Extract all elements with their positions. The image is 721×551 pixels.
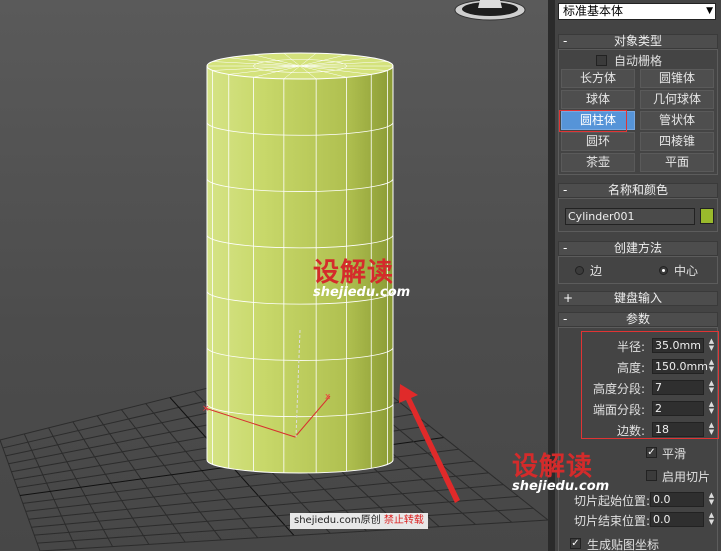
rollout-parameters-title: 参数 [625, 312, 650, 326]
watermark-site: shejiedu.com [313, 285, 411, 300]
gen-mapping-checkbox[interactable]: ✓ [570, 538, 581, 549]
smooth-label: 平滑 [662, 447, 687, 461]
rollout-creation-method-title: 创建方法 [613, 241, 662, 255]
highlight-cylinder-button [559, 110, 627, 132]
object-type-button-3[interactable]: 几何球体 [640, 90, 714, 109]
collapse-icon: - [563, 34, 568, 48]
category-dropdown-value: 标准基本体 [563, 4, 624, 18]
highlight-parameters [581, 331, 719, 439]
creation-method-body: 边 中心 [558, 256, 718, 284]
object-type-button-6[interactable]: 圆环 [561, 132, 635, 151]
object-type-button-8[interactable]: 茶壶 [561, 153, 635, 172]
category-dropdown[interactable]: 标准基本体 ▼ [558, 3, 716, 20]
credit-label: shejiedu.com原创 禁止转载 [290, 513, 428, 529]
radio-center-label: 中心 [674, 264, 699, 278]
collapse-icon: - [563, 183, 568, 197]
svg-text:x: x [325, 392, 331, 402]
slice-to-label: 切片结束位置: [574, 514, 651, 528]
collapse-icon: - [563, 241, 568, 255]
expand-icon: + [563, 291, 574, 305]
radio-center[interactable] [659, 266, 668, 275]
gen-mapping-label: 生成贴图坐标 [587, 538, 660, 551]
slice-to-spinner[interactable]: ▲ ▼ [707, 512, 716, 527]
slice-from-input[interactable]: 0.0 [650, 492, 704, 507]
rollout-name-color-title: 名称和颜色 [607, 183, 668, 197]
credit-warning: 禁止转载 [383, 515, 424, 526]
watermark-logo: 设解读 [313, 258, 395, 288]
auto-grid-checkbox[interactable] [596, 55, 607, 66]
rollout-object-type-title: 对象类型 [613, 34, 662, 48]
credit-prefix: shejiedu.com原创 [294, 515, 381, 526]
watermark-logo-2: 设解读 [512, 452, 594, 482]
slice-to-input[interactable]: 0.0 [650, 512, 704, 527]
rollout-keyboard-entry[interactable]: + 键盘输入 [558, 291, 718, 306]
rollout-object-type[interactable]: - 对象类型 [558, 34, 718, 49]
chevron-down-icon: ▼ [706, 6, 713, 16]
name-color-body: Cylinder001 [558, 198, 718, 232]
collapse-icon: - [563, 312, 568, 326]
object-type-button-7[interactable]: 四棱锥 [640, 132, 714, 151]
radio-edge[interactable] [575, 266, 584, 275]
object-type-button-9[interactable]: 平面 [640, 153, 714, 172]
slice-on-label: 启用切片 [662, 470, 711, 484]
object-name-input[interactable]: Cylinder001 [565, 208, 695, 225]
object-type-button-2[interactable]: 球体 [561, 90, 635, 109]
slice-from-spinner[interactable]: ▲ ▼ [707, 492, 716, 507]
rollout-name-color[interactable]: - 名称和颜色 [558, 183, 718, 198]
perspective-viewport[interactable]: x × 设解读 shejiedu.com shejiedu.com原创 禁止转载 [0, 0, 548, 551]
viewport-scene: x × [0, 0, 548, 551]
rollout-keyboard-entry-title: 键盘输入 [613, 291, 662, 305]
object-color-swatch[interactable] [700, 208, 714, 224]
watermark-panel: 设解读 shejiedu.com [512, 446, 609, 494]
watermark-center: 设解读 shejiedu.com [313, 252, 410, 300]
watermark-site-2: shejiedu.com [512, 479, 610, 494]
rollout-creation-method[interactable]: - 创建方法 [558, 241, 718, 256]
svg-text:×: × [202, 404, 210, 414]
object-type-button-1[interactable]: 圆锥体 [640, 69, 714, 88]
auto-grid-label: 自动栅格 [614, 54, 663, 68]
slice-from-label: 切片起始位置: [574, 494, 651, 508]
object-type-button-0[interactable]: 长方体 [561, 69, 635, 88]
slice-on-checkbox[interactable] [646, 470, 657, 481]
viewcube-icon[interactable] [454, 0, 526, 21]
object-type-button-5[interactable]: 管状体 [640, 111, 714, 130]
smooth-checkbox[interactable]: ✓ [646, 447, 657, 458]
radio-edge-label: 边 [590, 264, 603, 278]
rollout-parameters[interactable]: - 参数 [558, 312, 718, 327]
